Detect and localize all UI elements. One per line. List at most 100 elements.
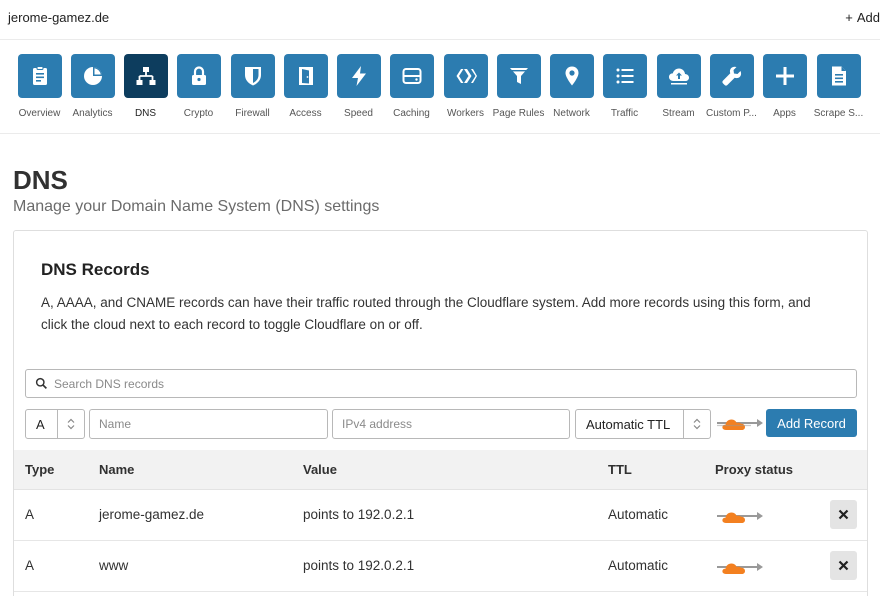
app-custom-pages-tile[interactable] [709,54,754,98]
app-access[interactable]: Access [279,54,332,119]
close-icon [838,560,849,571]
app-label: Caching [393,108,430,119]
app-network[interactable]: Network [545,54,598,119]
app-workers[interactable]: Workers [439,54,492,119]
cloud-upload-icon [668,68,689,85]
app-traffic-tile[interactable] [602,54,647,98]
wrench-icon [721,66,741,86]
app-label: Workers [446,108,485,119]
dns-records-card: DNS Records A, AAAA, and CNAME records c… [13,230,868,596]
lock-icon [191,66,206,85]
column-header-ttl: TTL [608,462,632,477]
plus-icon [775,67,794,85]
app-analytics[interactable]: Analytics [66,54,119,119]
card-description: A, AAAA, and CNAME records can have thei… [41,295,811,332]
app-label: Network [553,108,590,119]
app-label: Page Rules [492,108,545,119]
app-label: Access [289,108,322,119]
filter-icon [509,68,528,84]
location-pin-icon [565,66,578,86]
app-dns-tile[interactable] [123,54,168,98]
app-caching-tile[interactable] [389,54,434,98]
app-label: DNS [134,108,157,119]
record-ttl[interactable]: Automatic [608,558,668,573]
table-row[interactable]: A www points to 192.0.2.1 Automatic [14,541,867,592]
ttl-value: Automatic TTL [586,417,671,432]
app-dns[interactable]: DNS [119,54,172,119]
app-overview-tile[interactable] [17,54,62,98]
app-analytics-tile[interactable] [70,54,115,98]
pie-chart-icon [83,67,102,85]
record-type-stepper[interactable] [57,410,84,438]
app-apps-tile[interactable] [762,54,807,98]
app-label: Traffic [610,108,639,119]
search-input[interactable] [54,374,844,393]
server-drive-icon [402,68,421,84]
delete-record-button[interactable] [830,551,857,580]
app-stream-tile[interactable] [656,54,701,98]
column-header-type: Type [25,462,55,477]
delete-record-button[interactable] [830,500,857,529]
app-scrape-shield-tile[interactable] [816,54,861,98]
app-label: Apps [773,108,796,119]
app-label: Crypto [183,108,214,119]
app-overview[interactable]: Overview [13,54,66,119]
app-page-rules-tile[interactable] [496,54,541,98]
app-label: Firewall [235,108,270,119]
card-title: DNS Records [41,260,150,279]
record-value[interactable]: points to 192.0.2.1 [303,507,414,522]
app-label: Scrape S... [813,108,864,119]
page-title: DNS [13,165,68,195]
app-crypto-tile[interactable] [176,54,221,98]
proxy-cloud-icon[interactable] [717,558,763,576]
ipv4-field[interactable] [332,409,570,439]
app-page-rules[interactable]: Page Rules [492,54,545,119]
column-header-value: Value [303,462,337,477]
record-value[interactable]: points to 192.0.2.1 [303,558,414,573]
ipv4-input[interactable] [333,410,569,438]
record-type: A [25,558,35,573]
list-icon [616,68,633,84]
column-header-name: Name [99,462,135,477]
add-site-button[interactable]: + Add [845,10,880,25]
record-ttl[interactable]: Automatic [608,507,668,522]
table-row[interactable]: A jerome-gamez.de points to 192.0.2.1 Au… [14,490,867,541]
name-input[interactable] [90,410,327,438]
app-crypto[interactable]: Crypto [172,54,225,119]
page-subtitle: Manage your Domain Name System (DNS) set… [13,198,380,215]
record-name[interactable]: www [99,558,128,573]
app-access-tile[interactable] [283,54,328,98]
app-workers-tile[interactable] [443,54,488,98]
app-stream[interactable]: Stream [652,54,705,119]
app-apps[interactable]: Apps [758,54,811,119]
document-icon [831,66,846,86]
app-speed[interactable]: Speed [332,54,385,119]
proxy-cloud-icon[interactable] [717,507,763,525]
clipboard-icon [32,66,47,85]
app-traffic[interactable]: Traffic [598,54,651,119]
column-header-proxy-status: Proxy status [715,462,794,477]
app-firewall-tile[interactable] [230,54,275,98]
app-label: Overview [18,108,61,119]
app-network-tile[interactable] [549,54,594,98]
app-custom-pages[interactable]: Custom P... [705,54,758,119]
app-label: Analytics [72,108,113,119]
app-caching[interactable]: Caching [385,54,438,119]
ttl-stepper[interactable] [683,410,710,438]
app-speed-tile[interactable] [336,54,381,98]
app-firewall[interactable]: Firewall [226,54,279,119]
ttl-select[interactable]: Automatic TTL [575,409,711,439]
search-icon [35,377,47,389]
chevron-up-down-icon [67,418,75,430]
site-name[interactable]: jerome-gamez.de [8,10,109,25]
shield-icon [244,67,261,86]
search-dns-records[interactable] [25,369,857,398]
name-field[interactable] [89,409,328,439]
proxy-cloud-icon[interactable] [717,414,763,432]
record-name[interactable]: jerome-gamez.de [99,507,204,522]
app-navigation: Overview Analytics DNS Crypto Firewall A… [0,40,880,134]
records-table-header: Type Name Value TTL Proxy status [14,450,867,490]
add-record-button[interactable]: Add Record [766,409,857,437]
app-scrape-shield[interactable]: Scrape S... [812,54,865,119]
record-type-select[interactable]: A [25,409,85,439]
